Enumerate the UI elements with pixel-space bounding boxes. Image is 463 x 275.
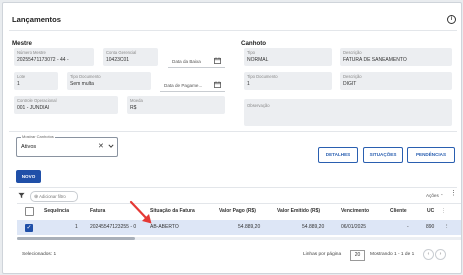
- observacao-field: Observação: [244, 99, 452, 126]
- detalhes-button[interactable]: DETALHES: [318, 147, 358, 163]
- cell-valor-emitido: 54.889,20: [302, 224, 325, 230]
- divider: [17, 203, 461, 204]
- horizontal-scrollbar[interactable]: [17, 237, 461, 240]
- mestre-section-title: Mestre: [12, 40, 32, 47]
- conta-gerencial-field: Conta Gerencial 10423C01: [103, 48, 158, 66]
- divider: [9, 187, 457, 188]
- novo-button[interactable]: NOVO: [16, 170, 41, 183]
- more-vert-icon[interactable]: ⋮: [450, 190, 457, 197]
- column-menu-icon[interactable]: ⋮: [441, 208, 446, 214]
- annotation-arrow-icon: [129, 200, 152, 224]
- lote-field: Lote 1: [14, 72, 58, 90]
- row-checkbox[interactable]: ✓: [25, 224, 33, 232]
- pendencias-button[interactable]: PENDÊNCIAS: [407, 147, 455, 163]
- cell-sequencia: 1: [75, 224, 78, 230]
- caret-icon: ⌃: [440, 193, 444, 198]
- cell-valor-pago: 54.889,20: [238, 224, 261, 230]
- canhoto-tipo-documento-field: Tipo Documento 1: [244, 72, 332, 90]
- scrollbar-thumb[interactable]: [17, 237, 135, 240]
- row-menu-icon[interactable]: ⋮: [444, 224, 450, 230]
- lancamentos-window: Lançamentos i Mestre Número Mestre 20255…: [2, 2, 462, 274]
- divider: [9, 30, 457, 31]
- page-title: Lançamentos: [12, 15, 61, 24]
- calendar-icon[interactable]: [214, 81, 221, 88]
- next-page-icon[interactable]: ›: [435, 249, 446, 260]
- rows-per-page-label: Linhas por página: [303, 252, 342, 257]
- col-header-vencimento[interactable]: Vencimento: [341, 208, 369, 214]
- numero-mestre-field: Número Mestre 20255471173072 - 44 -: [14, 48, 94, 66]
- filter-icon[interactable]: [18, 192, 25, 199]
- col-header-valor-emitido[interactable]: Valor Emitido (R$): [277, 208, 320, 214]
- col-header-uc[interactable]: UC: [427, 208, 434, 214]
- previous-page-icon[interactable]: ‹: [423, 249, 434, 260]
- tipo-documento-field: Tipo Documento Sem multa: [67, 72, 151, 90]
- col-header-fatura[interactable]: Fatura: [90, 208, 105, 214]
- col-header-valor-pago[interactable]: Valor Pago (R$): [219, 208, 256, 214]
- chevron-down-icon[interactable]: [108, 143, 114, 149]
- acoes-menu[interactable]: Ações ⌃: [426, 193, 443, 198]
- plus-icon: ⊕: [34, 194, 39, 200]
- cell-cliente: -: [407, 224, 409, 230]
- info-icon[interactable]: i: [447, 15, 456, 24]
- descricao-field: Descrição FATURA DE SANEAMENTO: [340, 48, 452, 66]
- data-baixa-field[interactable]: Data da Baixa: [168, 53, 225, 68]
- col-header-sequencia[interactable]: Sequência: [44, 208, 69, 214]
- cell-vencimento: 06/01/2025: [341, 224, 367, 230]
- pagination-range: Mostrando 1 - 1 de 1: [370, 252, 415, 257]
- cell-uc: 890: [426, 224, 435, 230]
- rows-per-page-select[interactable]: 20: [350, 250, 365, 261]
- col-header-cliente[interactable]: Cliente: [390, 208, 407, 214]
- canhoto-section-title: Canhoto: [241, 40, 267, 47]
- data-pagamento-field[interactable]: Data de Pagame...: [160, 77, 225, 92]
- calendar-icon[interactable]: [214, 57, 221, 64]
- divider: [9, 131, 457, 132]
- descricao-field: Descrição DIGIT: [340, 72, 452, 90]
- clear-icon[interactable]: ✕: [98, 142, 104, 150]
- moeda-field: Moeda R$: [127, 96, 225, 114]
- selected-count: Selecionados: 1: [22, 252, 57, 257]
- add-filter-chip[interactable]: ⊕ Adicionar filtro: [30, 191, 78, 202]
- mostrar-canhotos-select[interactable]: Mostrar Canhotos Ativos ✕: [16, 134, 118, 157]
- situacoes-button[interactable]: SITUAÇÕES: [363, 147, 403, 163]
- tipo-field: Tipo NORMAL: [244, 48, 332, 66]
- select-all-checkbox[interactable]: [25, 207, 34, 216]
- controle-operacional-field: Controle Operacional 001 - JUNDIAI: [14, 96, 118, 114]
